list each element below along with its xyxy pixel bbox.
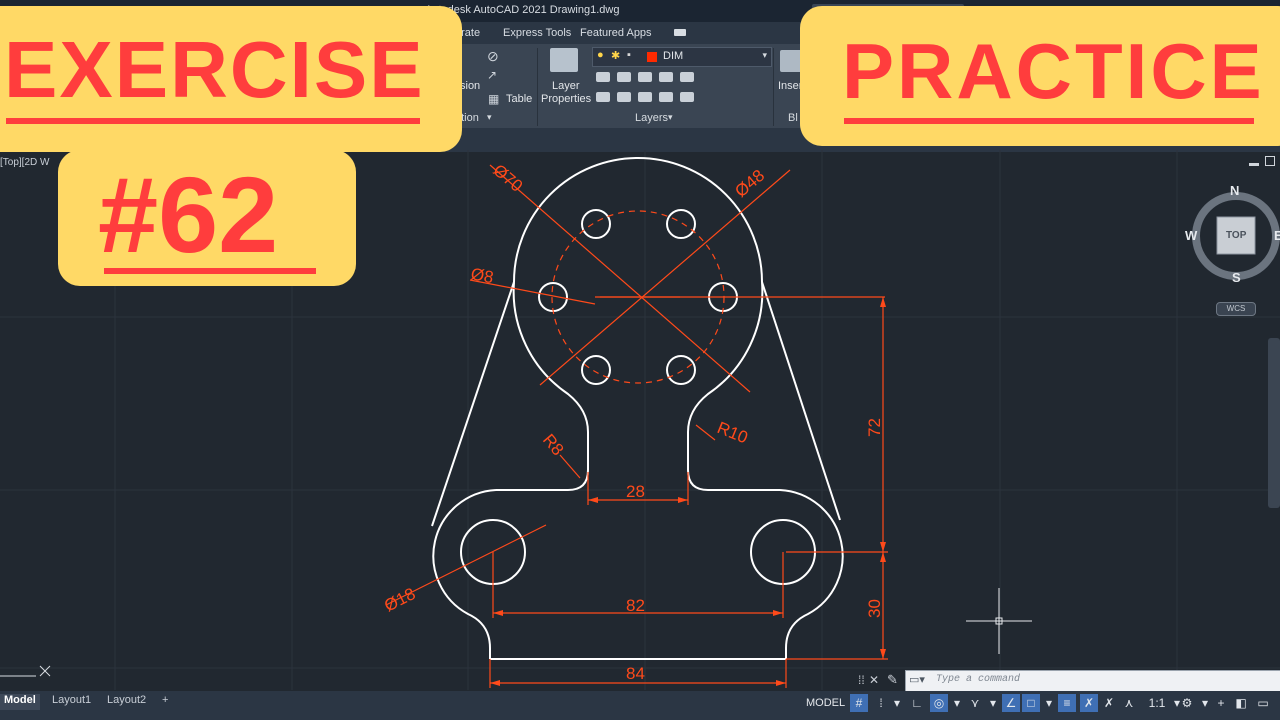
annotation-monitor-icon[interactable]: + — [1212, 694, 1230, 712]
crosshair-cursor — [966, 588, 1032, 654]
exercise-underline — [6, 118, 420, 124]
maximize-viewport-icon[interactable] — [1265, 156, 1275, 166]
practice-banner: PRACTICE — [800, 6, 1280, 146]
left-lobe — [432, 489, 497, 659]
navigation-bar[interactable] — [1268, 338, 1280, 508]
ortho-icon[interactable]: ∟ — [908, 694, 926, 712]
annotation-scale-value[interactable]: 1:1 — [1144, 694, 1170, 712]
polar-tracking-icon[interactable]: ◎ — [930, 694, 948, 712]
hole-6 — [666, 355, 696, 385]
compass-south[interactable]: S — [1232, 270, 1241, 285]
hole-2 — [666, 209, 696, 239]
hole-1 — [581, 209, 611, 239]
grid-icon[interactable]: # — [850, 694, 868, 712]
isodraft-icon[interactable]: ⋎ — [966, 694, 984, 712]
right-neck — [687, 281, 780, 491]
minimize-viewport-icon[interactable]: ▬ — [1249, 158, 1259, 169]
customize-command-icon[interactable]: ✎ — [887, 672, 898, 688]
dim-width-82: 82 — [626, 596, 645, 615]
command-line[interactable]: ▭▾ Type a command — [905, 670, 1280, 692]
compass-north[interactable]: N — [1230, 183, 1239, 198]
isodraft-menu-icon[interactable]: ▾ — [984, 694, 1002, 712]
annotation-scale-icon[interactable]: ⋏ — [1120, 694, 1138, 712]
tab-layout2[interactable]: Layout2 — [107, 694, 146, 710]
wcs-menu[interactable]: WCS — [1216, 302, 1256, 316]
model-space-button[interactable]: MODEL — [806, 697, 845, 709]
isolate-objects-icon[interactable]: ◧ — [1232, 694, 1250, 712]
lineweight-icon[interactable]: ≡ — [1058, 694, 1076, 712]
workspace-gear-icon[interactable]: ⚙ — [1178, 694, 1196, 712]
command-grip-icon[interactable]: ⁞⁞ — [858, 673, 865, 687]
annotation-visibility-icon[interactable]: ✗ — [1080, 694, 1098, 712]
exercise-banner: EXERCISE — [0, 6, 462, 152]
object-snap-tracking-icon[interactable]: ∠ — [1002, 694, 1020, 712]
tab-layout1[interactable]: Layout1 — [52, 694, 91, 710]
number-underline — [104, 268, 316, 274]
dim-width-84: 84 — [626, 664, 645, 683]
dim-radius-10: R10 — [715, 418, 751, 447]
dim-width-28: 28 — [626, 482, 645, 501]
exercise-number-banner: #62 — [58, 150, 356, 286]
polar-menu-icon[interactable]: ▾ — [948, 694, 966, 712]
object-snap-icon[interactable]: □ — [1022, 694, 1040, 712]
dim-height-30: 30 — [865, 599, 884, 618]
dim-bore-diameter-18: Ø18 — [381, 584, 418, 616]
close-command-icon[interactable]: ✕ — [869, 673, 879, 687]
right-tangent-line — [761, 281, 841, 521]
clean-screen-icon[interactable]: ▭ — [1254, 694, 1272, 712]
tab-model[interactable]: Model — [0, 694, 40, 710]
view-cube-face-label[interactable]: TOP — [1226, 230, 1246, 241]
annotation-autoscale-icon[interactable]: ✗ — [1100, 694, 1118, 712]
practice-underline — [844, 118, 1254, 124]
object-snap-menu-icon[interactable]: ▾ — [1040, 694, 1058, 712]
right-lobe — [779, 489, 844, 659]
exercise-number: #62 — [98, 154, 279, 275]
command-placeholder: Type a command — [936, 674, 1021, 685]
exercise-title: EXERCISE — [4, 25, 425, 114]
outer-arc — [513, 157, 763, 283]
hole-5 — [581, 355, 611, 385]
practice-title: PRACTICE — [842, 27, 1265, 115]
dim-radius-8: R8 — [539, 430, 568, 459]
left-neck — [496, 281, 589, 491]
view-cube[interactable]: N S E W TOP — [1185, 183, 1280, 297]
add-layout-button[interactable]: + — [162, 694, 168, 710]
compass-east[interactable]: E — [1274, 228, 1280, 243]
dim-diameter-70: Ø70 — [489, 161, 526, 196]
dim-hole-diameter-8: Ø8 — [469, 264, 495, 287]
dim-height-72: 72 — [865, 418, 884, 437]
dim-diameter-48: Ø48 — [731, 166, 768, 201]
snap-menu-icon[interactable]: ▾ — [888, 694, 906, 712]
command-history-icon[interactable]: ▭▾ — [909, 673, 925, 687]
compass-west[interactable]: W — [1185, 228, 1197, 243]
